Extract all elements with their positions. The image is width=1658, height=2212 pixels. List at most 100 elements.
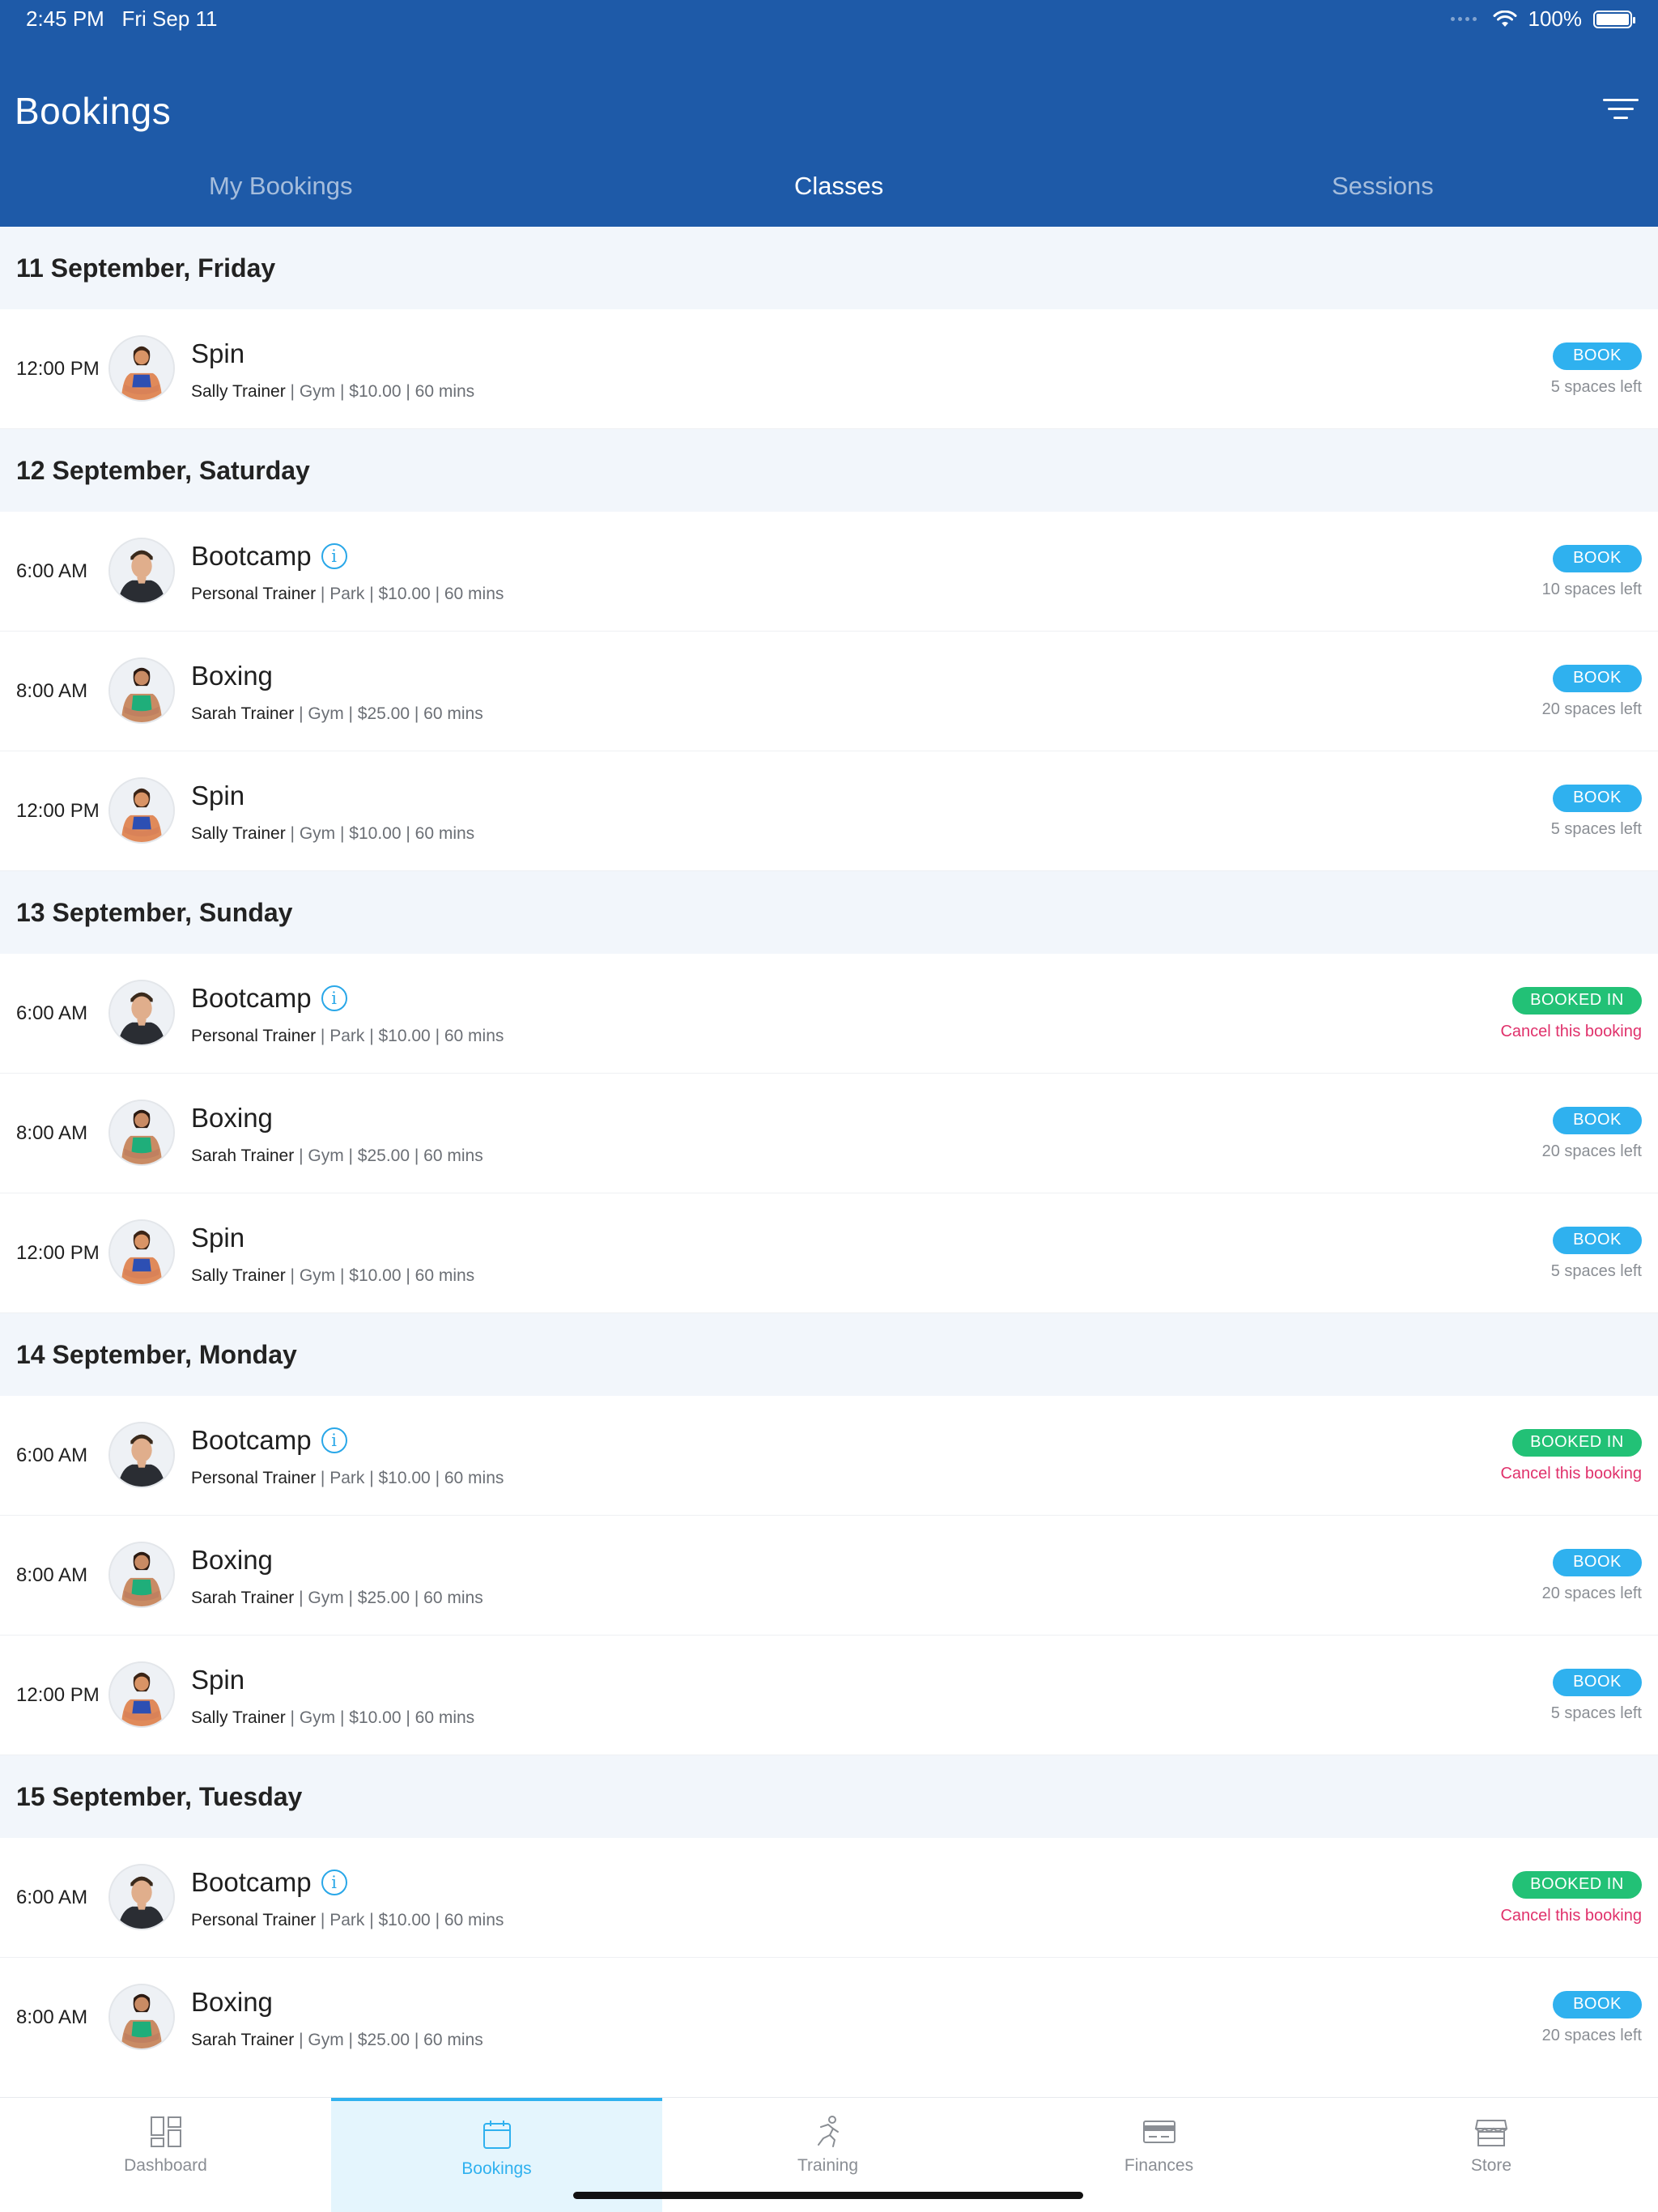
class-details: | Gym | $10.00 | 60 mins bbox=[285, 382, 475, 401]
class-row[interactable]: 6:00 AM Bootcamp i Personal Trainer | Par… bbox=[0, 512, 1658, 632]
trainer-name: Personal Trainer bbox=[191, 1027, 317, 1045]
nav-store[interactable]: Store bbox=[1324, 2098, 1658, 2212]
class-row[interactable]: 6:00 AM Bootcamp i Personal Trainer | Par… bbox=[0, 1838, 1658, 1958]
class-row[interactable]: 8:00 AM Boxing Sarah Trainer | Gym | $25… bbox=[0, 632, 1658, 751]
trainer-avatar bbox=[108, 1661, 175, 1728]
day-header: 13 September, Sunday bbox=[0, 871, 1658, 954]
book-button[interactable]: BOOK bbox=[1553, 784, 1642, 812]
book-button[interactable]: BOOK bbox=[1553, 1668, 1642, 1696]
trainer-name: Sarah Trainer bbox=[191, 1589, 295, 1607]
trainer-avatar bbox=[108, 1100, 175, 1166]
class-title-wrap: Spin bbox=[191, 781, 244, 811]
class-title-wrap: Spin bbox=[191, 1223, 244, 1253]
book-button[interactable]: BOOK bbox=[1553, 1106, 1642, 1134]
booked-in-badge: BOOKED IN bbox=[1512, 986, 1642, 1015]
spaces-left: 5 spaces left bbox=[1550, 1704, 1642, 1722]
class-meta: Sally Trainer | Gym | $10.00 | 60 mins bbox=[191, 382, 474, 402]
trainer-name: Sally Trainer bbox=[191, 382, 286, 401]
trainer-name: Sarah Trainer bbox=[191, 2031, 295, 2049]
class-title-wrap: Bootcamp i bbox=[191, 1425, 347, 1456]
class-action: BOOK 5 spaces left bbox=[1551, 1636, 1642, 1755]
class-meta: Sally Trainer | Gym | $10.00 | 60 mins bbox=[191, 1266, 474, 1286]
trainer-name: Personal Trainer bbox=[191, 1469, 317, 1487]
cancel-booking-link[interactable]: Cancel this booking bbox=[1500, 1465, 1642, 1483]
class-time: 8:00 AM bbox=[16, 680, 88, 702]
day-header: 12 September, Saturday bbox=[0, 429, 1658, 512]
class-title: Spin bbox=[191, 1665, 245, 1695]
store-icon bbox=[1474, 2120, 1508, 2146]
class-row[interactable]: 8:00 AM Boxing Sarah Trainer | Gym | $25… bbox=[0, 1958, 1658, 2078]
class-meta: Sarah Trainer | Gym | $25.00 | 60 mins bbox=[191, 2031, 483, 2050]
spaces-left: 5 spaces left bbox=[1550, 819, 1642, 838]
class-title-wrap: Bootcamp i bbox=[191, 1867, 347, 1898]
day-header: 15 September, Tuesday bbox=[0, 1755, 1658, 1838]
class-details: | Gym | $25.00 | 60 mins bbox=[294, 1146, 483, 1165]
class-details: | Park | $10.00 | 60 mins bbox=[316, 1027, 504, 1045]
info-icon[interactable]: i bbox=[321, 1870, 347, 1895]
class-row[interactable]: 12:00 PM Spin Sally Trainer | Gym | $10.… bbox=[0, 751, 1658, 871]
book-button[interactable]: BOOK bbox=[1553, 1990, 1642, 2018]
info-icon[interactable]: i bbox=[321, 543, 347, 569]
class-row[interactable]: 12:00 PM Spin Sally Trainer | Gym | $10.… bbox=[0, 1636, 1658, 1755]
class-time: 8:00 AM bbox=[16, 1122, 88, 1144]
info-icon[interactable]: i bbox=[321, 985, 347, 1011]
class-title: Spin bbox=[191, 338, 245, 368]
book-button[interactable]: BOOK bbox=[1553, 342, 1642, 370]
calendar-icon bbox=[483, 2121, 511, 2149]
class-time: 8:00 AM bbox=[16, 1564, 88, 1586]
class-row[interactable]: 12:00 PM Spin Sally Trainer | Gym | $10.… bbox=[0, 1193, 1658, 1313]
class-time: 12:00 PM bbox=[16, 1242, 100, 1264]
signal-dots-icon bbox=[1450, 17, 1477, 21]
home-indicator bbox=[573, 2192, 1083, 2199]
class-time: 12:00 PM bbox=[16, 1684, 100, 1706]
trainer-avatar bbox=[108, 538, 175, 604]
tab-my-bookings[interactable]: My Bookings bbox=[209, 172, 352, 201]
class-meta: Personal Trainer | Park | $10.00 | 60 mi… bbox=[191, 1469, 504, 1488]
class-details: | Gym | $25.00 | 60 mins bbox=[294, 2031, 483, 2049]
spaces-left: 5 spaces left bbox=[1550, 377, 1642, 396]
trainer-avatar bbox=[108, 335, 175, 402]
class-action: BOOK 10 spaces left bbox=[1542, 512, 1642, 632]
cancel-booking-link[interactable]: Cancel this booking bbox=[1500, 1023, 1642, 1041]
filter-icon[interactable] bbox=[1603, 99, 1639, 125]
class-time: 8:00 AM bbox=[16, 2006, 88, 2028]
class-row[interactable]: 12:00 PM Spin Sally Trainer | Gym | $10.… bbox=[0, 309, 1658, 429]
tab-classes[interactable]: Classes bbox=[794, 172, 883, 201]
class-row[interactable]: 6:00 AM Bootcamp i Personal Trainer | Par… bbox=[0, 954, 1658, 1074]
class-meta: Sarah Trainer | Gym | $25.00 | 60 mins bbox=[191, 1146, 483, 1166]
book-button[interactable]: BOOK bbox=[1553, 544, 1642, 572]
info-icon[interactable]: i bbox=[321, 1427, 347, 1453]
spaces-left: 20 spaces left bbox=[1541, 1584, 1642, 1602]
nav-finances-label: Finances bbox=[1124, 2156, 1194, 2175]
book-button[interactable]: BOOK bbox=[1553, 1226, 1642, 1254]
class-meta: Sally Trainer | Gym | $10.00 | 60 mins bbox=[191, 1708, 474, 1728]
class-title: Bootcamp bbox=[191, 1867, 312, 1897]
class-title: Spin bbox=[191, 781, 245, 810]
cancel-booking-link[interactable]: Cancel this booking bbox=[1500, 1907, 1642, 1925]
class-title-wrap: Boxing bbox=[191, 1987, 273, 2018]
status-clock: 2:45 PM bbox=[26, 6, 104, 31]
class-action: BOOK 5 spaces left bbox=[1551, 1193, 1642, 1313]
class-row[interactable]: 8:00 AM Boxing Sarah Trainer | Gym | $25… bbox=[0, 1516, 1658, 1636]
status-bar: 2:45 PM Fri Sep 11 100% bbox=[0, 0, 1658, 40]
book-button[interactable]: BOOK bbox=[1553, 1548, 1642, 1576]
trainer-name: Personal Trainer bbox=[191, 585, 317, 603]
class-details: | Park | $10.00 | 60 mins bbox=[316, 585, 504, 603]
trainer-avatar bbox=[108, 1219, 175, 1286]
class-row[interactable]: 6:00 AM Bootcamp i Personal Trainer | Par… bbox=[0, 1396, 1658, 1516]
book-button[interactable]: BOOK bbox=[1553, 664, 1642, 692]
class-action: BOOK 5 spaces left bbox=[1551, 751, 1642, 871]
class-action: BOOKED IN Cancel this booking bbox=[1500, 954, 1642, 1074]
class-meta: Personal Trainer | Park | $10.00 | 60 mi… bbox=[191, 1027, 504, 1046]
class-action: BOOK 20 spaces left bbox=[1542, 1074, 1642, 1193]
class-title: Boxing bbox=[191, 1545, 273, 1575]
class-schedule-list: 11 September, Friday 12:00 PM Spin Sally… bbox=[0, 227, 1658, 2078]
class-meta: Personal Trainer | Park | $10.00 | 60 mi… bbox=[191, 585, 504, 604]
spaces-left: 10 spaces left bbox=[1541, 580, 1642, 598]
nav-dashboard[interactable]: Dashboard bbox=[0, 2098, 331, 2212]
class-title: Spin bbox=[191, 1223, 245, 1253]
class-title-wrap: Spin bbox=[191, 1665, 244, 1695]
tab-sessions[interactable]: Sessions bbox=[1332, 172, 1434, 201]
class-title-wrap: Bootcamp i bbox=[191, 983, 347, 1014]
class-row[interactable]: 8:00 AM Boxing Sarah Trainer | Gym | $25… bbox=[0, 1074, 1658, 1193]
